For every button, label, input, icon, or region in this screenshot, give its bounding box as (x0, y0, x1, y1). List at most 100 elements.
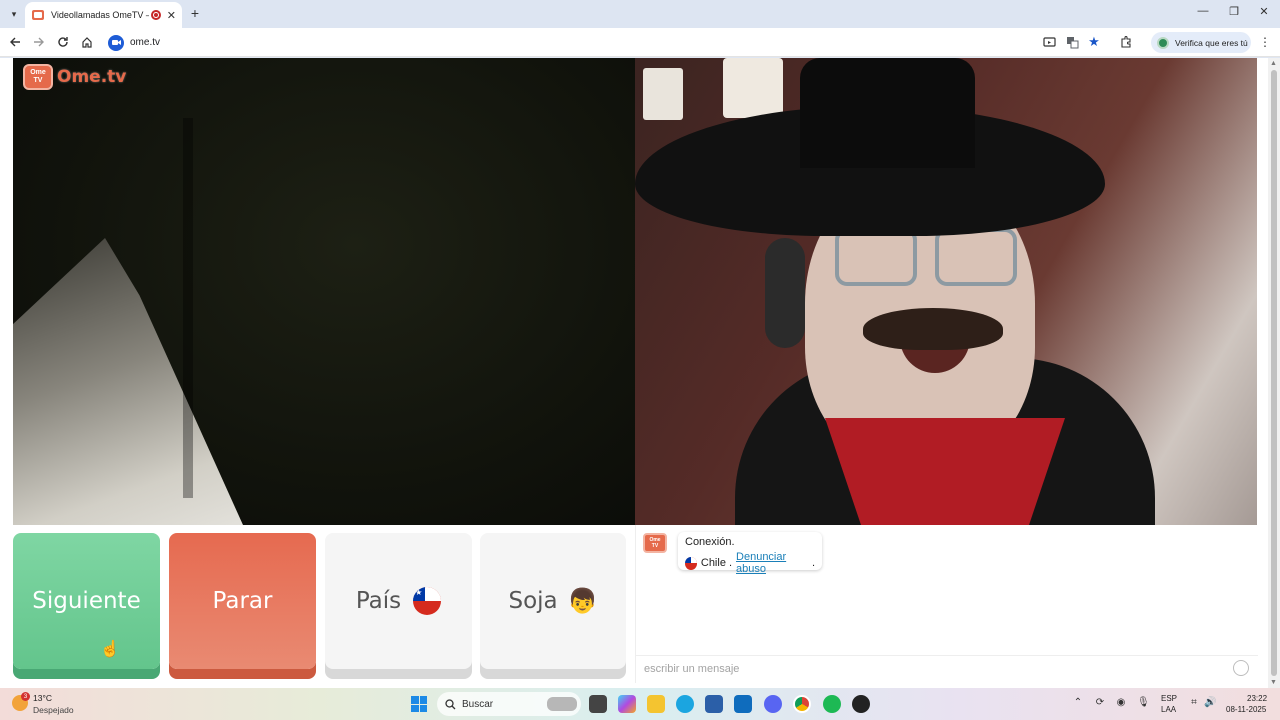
scroll-up-arrow-icon[interactable]: ▲ (1270, 60, 1277, 67)
ometv-logo: Ome TV Ome.tv (23, 64, 126, 90)
input-language-line1[interactable]: ESP (1161, 694, 1177, 703)
ometv-page: Ome TV Ome.tv Siguiente Parar País ★ Soj… (0, 58, 1280, 688)
windows-start-icon[interactable] (411, 696, 427, 712)
country-button-label: País (355, 588, 402, 614)
home-button[interactable] (79, 34, 95, 50)
url-text: ome.tv (130, 37, 161, 48)
logo-wordmark: Ome.tv (57, 67, 127, 87)
country-separator: . (728, 557, 733, 569)
volume-tray-icon[interactable]: 🔊 (1204, 697, 1216, 709)
next-button[interactable]: Siguiente (13, 533, 160, 669)
emoji-picker-icon[interactable] (1233, 660, 1249, 676)
close-tab-icon[interactable]: ✕ (167, 9, 176, 22)
ometv-logo-badge: Ome TV (23, 64, 53, 90)
country-filter-button[interactable]: País ★ (325, 533, 472, 669)
person-headphone (765, 238, 805, 348)
logo-badge-line1: Ome (30, 69, 46, 76)
chat-ometv-logo-icon: Ome TV (643, 533, 667, 553)
network-tray-icon[interactable]: ◉ (1115, 697, 1127, 709)
scrollbar-thumb[interactable] (1271, 70, 1277, 676)
stop-button[interactable]: Parar (169, 533, 316, 669)
own-webcam-video (635, 58, 1257, 525)
face-glasses-left (835, 228, 917, 286)
partner-country-line: Chile . Denunciar abuso . (685, 551, 815, 575)
partner-video-shadow (183, 118, 193, 498)
partner-video-scene (13, 238, 243, 525)
face-mustache (863, 308, 1003, 350)
edge-browser-icon[interactable] (676, 695, 694, 713)
weather-temperature: 13°C (33, 693, 52, 703)
file-explorer-icon[interactable] (647, 695, 665, 713)
ometv-favicon-icon (32, 10, 44, 20)
gender-filter-button[interactable]: Soja 👦 (480, 533, 626, 669)
obs-studio-icon[interactable] (852, 695, 870, 713)
gender-button-label: Soja (508, 588, 558, 614)
windows-taskbar: 3 13°C Despejado Buscar ⌃ ⟳ ◉ 🎙 ESP LAA … (0, 688, 1280, 720)
browser-toolbar: ome.tv ★ Verifica que eres tú ⋮ (0, 28, 1280, 57)
microsoft-store-icon[interactable] (705, 695, 723, 713)
back-button[interactable] (7, 34, 23, 50)
spotify-icon[interactable] (823, 695, 841, 713)
next-button-label: Siguiente (32, 588, 141, 614)
forward-arrow-icon (34, 37, 44, 47)
clock-date[interactable]: 08-11-2025 (1226, 705, 1266, 714)
cast-screen-icon[interactable] (1041, 34, 1057, 50)
extensions-puzzle-icon[interactable] (1118, 34, 1134, 50)
address-bar[interactable]: ome.tv (105, 31, 1145, 54)
task-view-icon[interactable] (589, 695, 607, 713)
wifi-tray-icon[interactable]: ⌗ (1188, 697, 1200, 709)
tab-title: Videollamadas OmeTV — A (51, 10, 149, 20)
cowboy-hat-crown (800, 58, 975, 168)
back-arrow-icon (10, 37, 20, 47)
chat-message-input[interactable] (644, 660, 1224, 678)
chat-panel: Ome TV Conexión. Chile . Denunciar abuso… (635, 525, 1258, 683)
verify-label: Verifica que eres tú (1175, 37, 1248, 48)
logo-badge-line2: TV (33, 77, 43, 84)
boy-avatar-icon: 👦 (567, 587, 598, 615)
chat-logo-line2: TV (651, 543, 659, 549)
partner-country: Chile (700, 557, 726, 569)
taskbar-search-box[interactable]: Buscar (437, 692, 581, 716)
system-message-bubble: Conexión. Chile . Denunciar abuso . (678, 532, 822, 575)
bookmark-star-icon[interactable]: ★ (1086, 34, 1102, 50)
close-window-button[interactable]: ✕ (1256, 5, 1272, 18)
face-glasses-right (935, 228, 1017, 286)
page-scrollbar[interactable]: ▲ ▼ (1268, 58, 1280, 688)
restore-window-button[interactable]: ❐ (1226, 5, 1242, 18)
microphone-tray-icon[interactable]: 🎙 (1137, 697, 1150, 709)
hand-cursor-icon: ☝ (100, 641, 120, 658)
wall-poster-2 (723, 58, 783, 118)
browser-tab-ometv[interactable]: Videollamadas OmeTV — A ✕ (25, 2, 182, 28)
scroll-down-arrow-icon[interactable]: ▼ (1270, 679, 1277, 686)
person-bandana (825, 418, 1065, 525)
wall-poster (643, 68, 683, 120)
chrome-icon[interactable] (793, 695, 811, 713)
minimize-window-button[interactable]: — (1195, 5, 1211, 17)
show-hidden-icons-chevron-icon[interactable]: ⌃ (1072, 697, 1084, 709)
verify-profile-chip[interactable]: Verifica que eres tú (1151, 32, 1251, 53)
report-abuse-link[interactable]: Denunciar abuso (736, 551, 812, 575)
connection-status-text: Conexión. (685, 536, 735, 548)
site-info-icon[interactable] (108, 34, 124, 51)
taskbar-search-label: Buscar (462, 698, 494, 710)
report-link-suffix: . (811, 557, 815, 569)
outlook-icon[interactable] (734, 695, 752, 713)
chile-flag-icon: ★ (413, 587, 442, 615)
input-language-line2[interactable]: LAA (1161, 705, 1176, 714)
discord-icon[interactable] (764, 695, 782, 713)
sync-tray-icon[interactable]: ⟳ (1094, 697, 1106, 709)
tab-search-chevron-icon[interactable]: ▾ (5, 5, 23, 23)
weather-notification-badge: 3 (21, 692, 30, 701)
copilot-icon[interactable] (618, 695, 636, 713)
new-tab-button[interactable]: + (188, 5, 202, 21)
clock-time[interactable]: 23:22 (1247, 694, 1267, 703)
forward-button[interactable] (31, 34, 47, 50)
reload-icon (58, 37, 68, 47)
weather-description: Despejado (33, 705, 74, 715)
reload-button[interactable] (55, 34, 71, 50)
recording-indicator-icon (151, 10, 161, 20)
translate-icon[interactable] (1064, 34, 1080, 50)
browser-menu-kebab-icon[interactable]: ⋮ (1259, 35, 1271, 49)
partner-video: Ome TV Ome.tv (13, 58, 635, 525)
search-highlight-image (547, 697, 577, 711)
